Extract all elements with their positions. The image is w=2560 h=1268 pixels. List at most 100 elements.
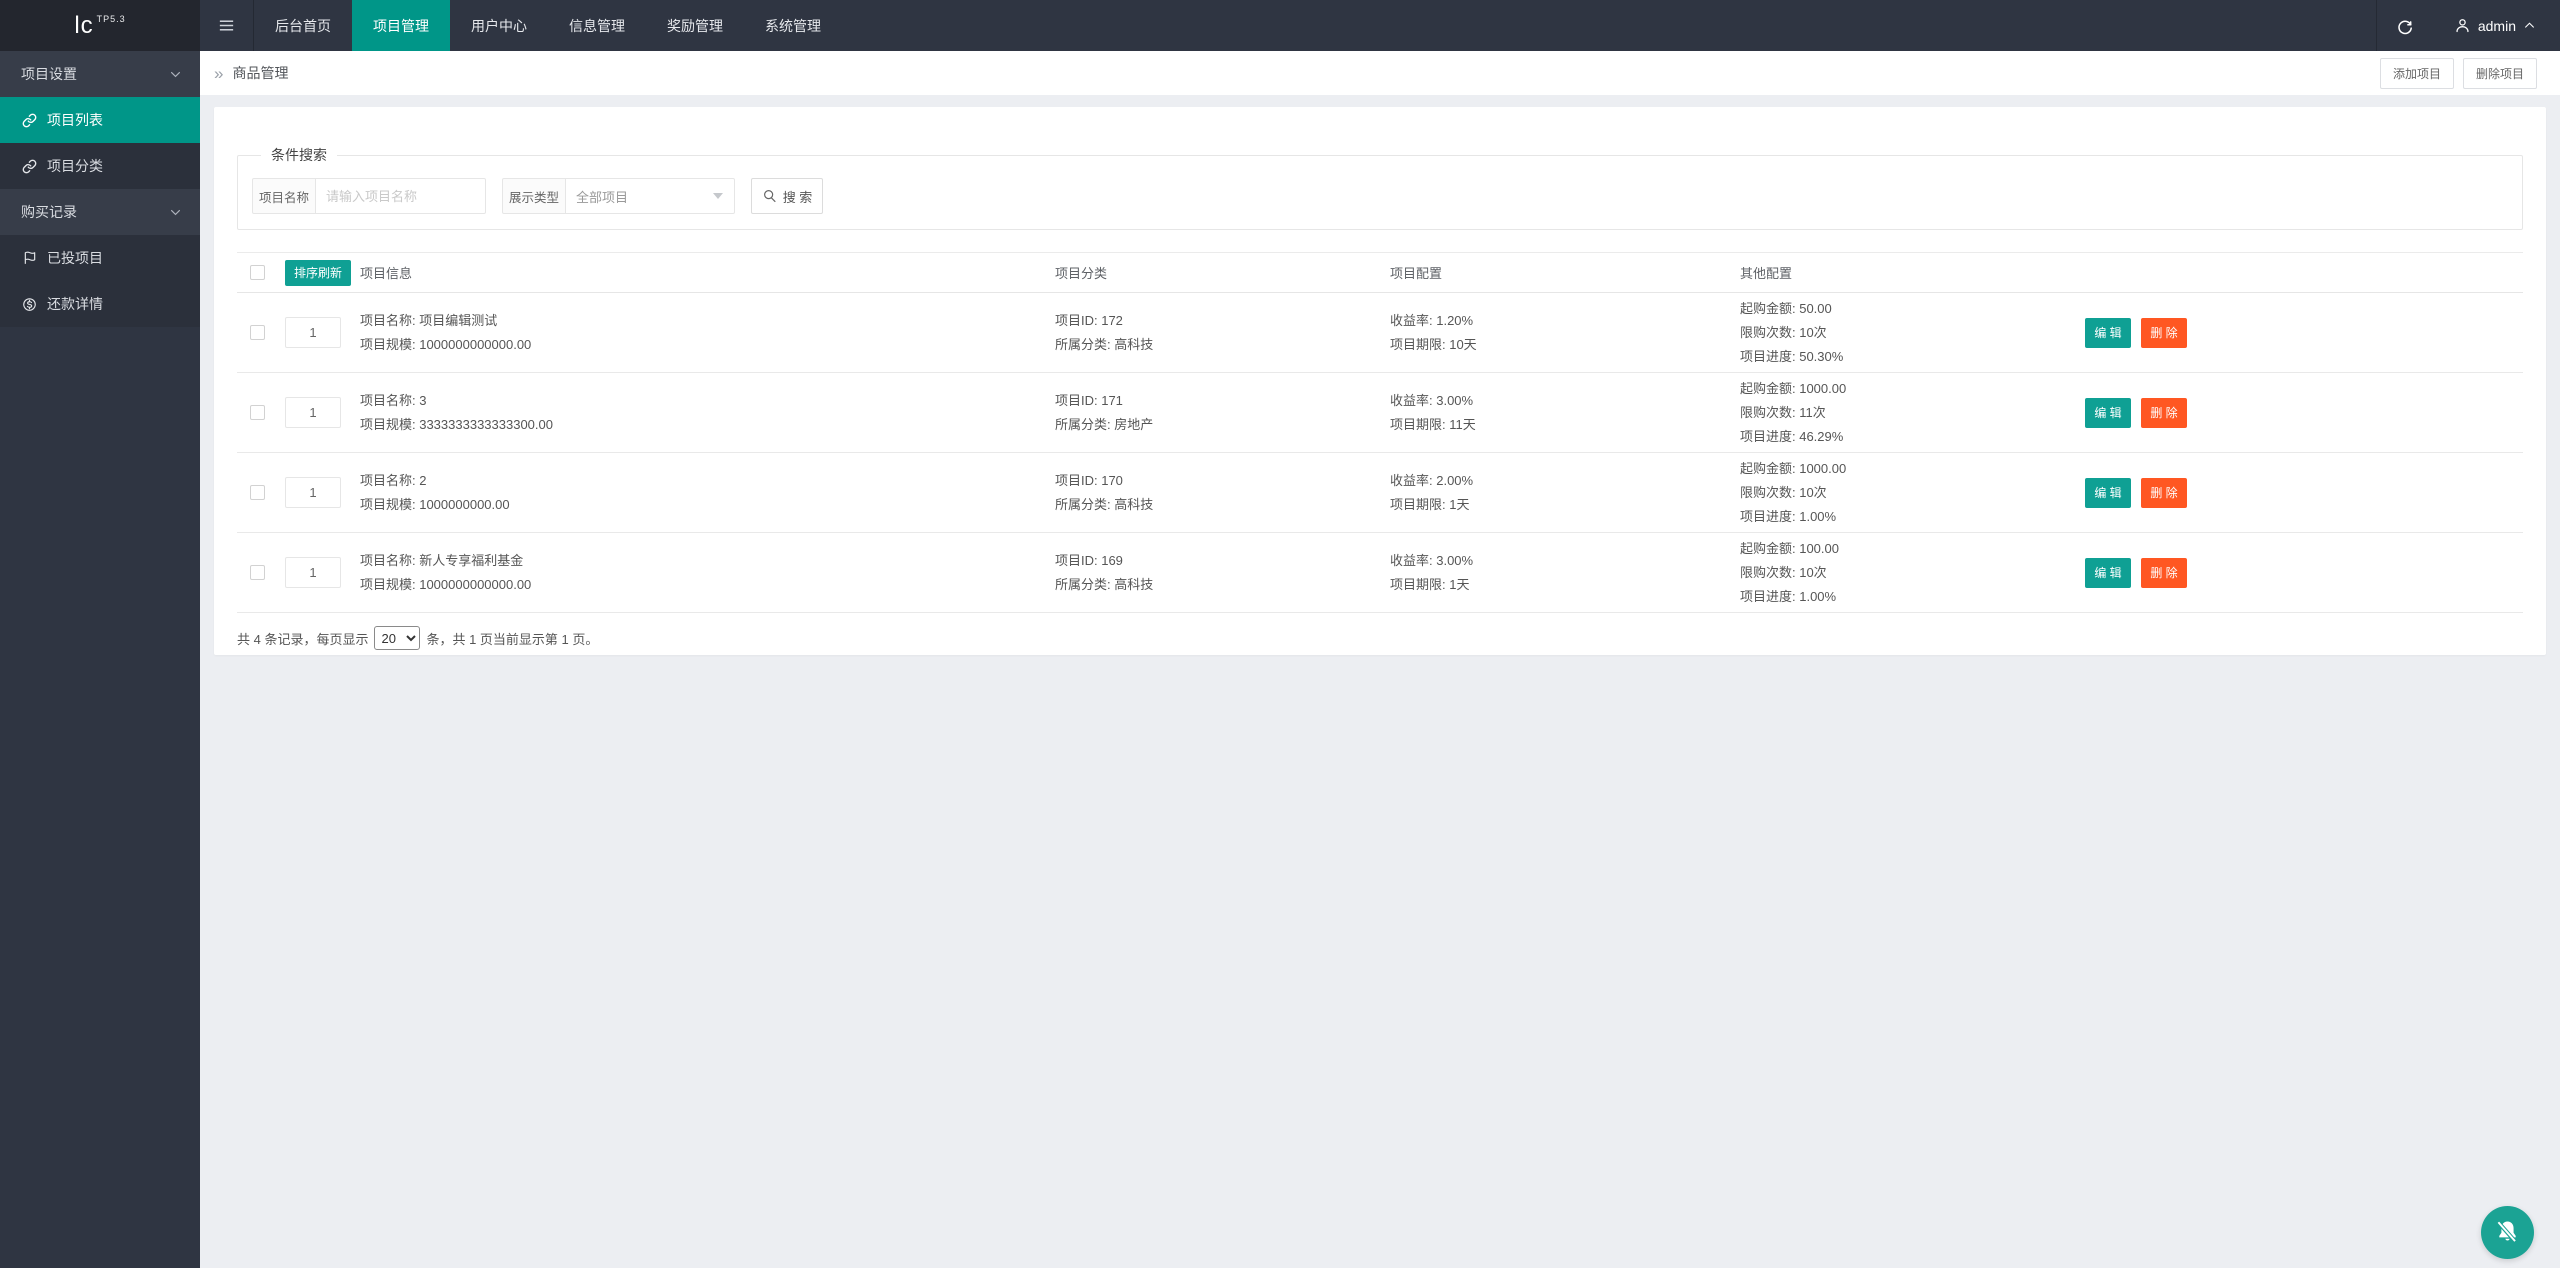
add-project-button[interactable]: 添加项目 xyxy=(2379,57,2454,89)
nav-item-label: 用户中心 xyxy=(471,17,527,34)
pagination-suffix: 条，共 1 页当前显示第 1 页。 xyxy=(426,631,599,647)
search-button[interactable]: 搜 索 xyxy=(751,178,823,214)
search-button-label: 搜 索 xyxy=(782,189,813,205)
sort-refresh-button[interactable]: 排序刷新 xyxy=(285,259,352,286)
cell-line: 项目ID: 169 xyxy=(1055,552,1123,568)
sidebar-item-project-list[interactable]: 项目列表 xyxy=(0,97,200,143)
caret-down-icon xyxy=(713,193,723,199)
nav-item-reward-management[interactable]: 奖励管理 xyxy=(646,0,744,51)
display-type-select[interactable]: 全部项目 xyxy=(566,178,735,214)
chevron-down-icon xyxy=(169,206,182,219)
delete-button[interactable]: 删 除 xyxy=(2141,557,2187,588)
app-logo: lc TP5.3 xyxy=(0,0,200,51)
user-icon xyxy=(2456,19,2469,33)
sidebar-item-project-category[interactable]: 项目分类 xyxy=(0,143,200,189)
refresh-icon[interactable] xyxy=(2375,0,2434,51)
sidebar-item-label: 还款详情 xyxy=(47,296,103,312)
category-cell: 项目ID: 171 所属分类: 房地产 xyxy=(1055,389,1390,437)
sidebar-item-project-settings[interactable]: 项目设置 xyxy=(0,51,200,97)
delete-project-button[interactable]: 删除项目 xyxy=(2462,57,2537,89)
username-label: admin xyxy=(2477,17,2516,34)
edit-button[interactable]: 编 辑 xyxy=(2085,477,2131,508)
table-body: 项目名称: 项目编辑测试项目规模: 1000000000000.00 项目ID:… xyxy=(237,293,2523,613)
cell-line: 项目名称: 新人专享福利基金 xyxy=(360,552,524,568)
order-input[interactable] xyxy=(285,317,341,348)
sidebar-item-label: 已投项目 xyxy=(47,250,103,266)
row-checkbox[interactable] xyxy=(250,405,265,420)
cell-line: 所属分类: 高科技 xyxy=(1055,576,1154,592)
delete-button[interactable]: 删 除 xyxy=(2141,317,2187,348)
cell-line: 项目期限: 1天 xyxy=(1390,576,1470,592)
header-other-config: 其他配置 xyxy=(1740,266,1793,281)
table-row: 项目名称: 3 项目规模: 3333333333333300.00 项目ID: 1… xyxy=(237,373,2523,453)
cell-line: 限购次数: 10次 xyxy=(1740,324,1827,340)
cell-line: 项目名称: 2 xyxy=(360,472,427,488)
magnifier-icon xyxy=(763,190,776,203)
cell-line: 项目进度: 1.00% xyxy=(1740,508,1837,524)
project-name-input[interactable] xyxy=(316,178,486,214)
row-checkbox[interactable] xyxy=(250,565,265,580)
nav-item-info-management[interactable]: 信息管理 xyxy=(548,0,646,51)
cell-line: 项目规模: 3333333333333300.00 xyxy=(360,416,553,432)
user-menu[interactable]: admin xyxy=(2434,0,2560,51)
cell-line: 项目规模: 1000000000.00 xyxy=(360,496,510,512)
dollar-icon xyxy=(21,296,38,313)
row-checkbox[interactable] xyxy=(250,485,265,500)
nav-item-project-management[interactable]: 项目管理 xyxy=(352,0,450,51)
cell-line: 起购金额: 100.00 xyxy=(1740,540,1839,556)
sidebar-item-invested-projects[interactable]: 已投项目 xyxy=(0,235,200,281)
pagination: 共 4 条记录，每页显示 20 条，共 1 页当前显示第 1 页。 xyxy=(237,626,2523,650)
cell-line: 项目名称: 3 xyxy=(360,392,427,408)
link-icon xyxy=(21,112,38,129)
mute-notifications-button[interactable] xyxy=(2481,1206,2534,1259)
nav-item-system-management[interactable]: 系统管理 xyxy=(744,0,842,51)
edit-button[interactable]: 编 辑 xyxy=(2085,317,2131,348)
main-menu: 后台首页 项目管理 用户中心 信息管理 奖励管理 系统管理 xyxy=(254,0,842,51)
sidebar-item-purchase-records[interactable]: 购买记录 xyxy=(0,189,200,235)
order-input[interactable] xyxy=(285,477,341,508)
pagination-prefix: 共 4 条记录，每页显示 xyxy=(237,631,369,647)
cell-line: 所属分类: 高科技 xyxy=(1055,496,1154,512)
nav-item-user-center[interactable]: 用户中心 xyxy=(450,0,548,51)
order-input[interactable] xyxy=(285,397,341,428)
row-checkbox[interactable] xyxy=(250,325,265,340)
delete-button[interactable]: 删 除 xyxy=(2141,397,2187,428)
edit-button[interactable]: 编 辑 xyxy=(2085,557,2131,588)
nav-item-label: 信息管理 xyxy=(569,17,625,34)
info-cell: 项目名称: 3 项目规模: 3333333333333300.00 xyxy=(360,389,1055,437)
order-input[interactable] xyxy=(285,557,341,588)
cell-line: 收益率: 2.00% xyxy=(1390,472,1474,488)
info-cell: 项目名称: 新人专享福利基金 项目规模: 1000000000000.00 xyxy=(360,549,1055,597)
page-size-select[interactable]: 20 xyxy=(374,626,421,650)
cell-line: 项目规模: 1000000000000.00 xyxy=(360,336,532,352)
link-icon xyxy=(21,158,38,175)
hamburger-icon[interactable] xyxy=(200,0,254,51)
sidebar-item-label: 项目设置 xyxy=(21,66,77,82)
cell-line: 起购金额: 50.00 xyxy=(1740,300,1832,316)
delete-button[interactable]: 删 除 xyxy=(2141,477,2187,508)
edit-button[interactable]: 编 辑 xyxy=(2085,397,2131,428)
cell-line: 限购次数: 10次 xyxy=(1740,484,1827,500)
logo-text: lc xyxy=(74,11,94,39)
sidebar-item-label: 项目分类 xyxy=(47,158,103,174)
cell-line: 收益率: 1.20% xyxy=(1390,312,1474,328)
nav-item-backend-home[interactable]: 后台首页 xyxy=(254,0,352,51)
config-cell: 收益率: 3.00% 项目期限: 11天 xyxy=(1390,389,1740,437)
cell-line: 项目进度: 46.29% xyxy=(1740,428,1844,444)
other-config-cell: 起购金额: 50.00 限购次数: 10次项目进度: 50.30% xyxy=(1740,297,2085,369)
sidebar-item-repayment-details[interactable]: 还款详情 xyxy=(0,281,200,327)
cell-line: 收益率: 3.00% xyxy=(1390,552,1474,568)
top-navbar: lc TP5.3 后台首页 项目管理 用户中心 信息管理 奖励管理 系统管理 a… xyxy=(0,0,2560,51)
header-project-config: 项目配置 xyxy=(1390,266,1443,281)
flag-icon xyxy=(21,250,38,267)
other-config-cell: 起购金额: 1000.00 限购次数: 10次 项目进度: 1.00% xyxy=(1740,457,2085,529)
sidebar: 项目设置 项目列表 项目分类 购买记录 已投项目 还款详情 xyxy=(0,51,200,1268)
select-all-checkbox[interactable] xyxy=(250,265,265,280)
category-cell: 项目ID: 172 所属分类: 高科技 xyxy=(1055,309,1390,357)
nav-item-label: 系统管理 xyxy=(765,17,821,34)
cell-line: 项目进度: 1.00% xyxy=(1740,588,1837,604)
breadcrumb-bar: » 商品管理 添加项目 删除项目 xyxy=(200,51,2560,95)
cell-line: 起购金额: 1000.00 xyxy=(1740,460,1847,476)
cell-line: 项目进度: 50.30% xyxy=(1740,348,1844,364)
table-row: 项目名称: 2 项目规模: 1000000000.00 项目ID: 170 所属分类… xyxy=(237,453,2523,533)
